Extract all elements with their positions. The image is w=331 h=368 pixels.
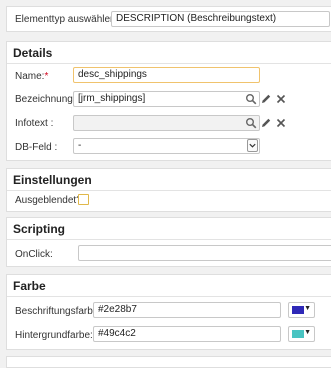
- hidden-label: Ausgeblendet?: [15, 195, 82, 206]
- required-marker: *: [44, 71, 49, 82]
- divider: [7, 239, 331, 240]
- divider: [7, 296, 331, 297]
- divider: [7, 190, 331, 191]
- infotext-label: Infotext :: [15, 118, 54, 129]
- close-icon[interactable]: [275, 117, 287, 129]
- search-icon[interactable]: [245, 117, 257, 129]
- label-color-label: Beschriftungsfarbe:: [15, 306, 102, 317]
- element-type-select[interactable]: DESCRIPTION (Beschreibungstext): [111, 11, 330, 27]
- label-color-swatch: [292, 306, 304, 314]
- label-color-picker[interactable]: ▼: [288, 302, 315, 318]
- bg-color-swatch: [292, 330, 304, 338]
- pencil-icon[interactable]: [260, 117, 272, 129]
- divider: [7, 63, 331, 64]
- scripting-title: Scripting: [13, 222, 66, 236]
- settings-title: Einstellungen: [13, 173, 92, 187]
- name-input[interactable]: desc_shippings: [73, 67, 260, 83]
- dbfield-select[interactable]: -: [73, 138, 260, 154]
- color-panel: Farbe Beschriftungsfarbe: #2e28b7 ▼ Hint…: [6, 274, 331, 350]
- settings-panel: Einstellungen Ausgeblendet?: [6, 168, 331, 212]
- designation-input[interactable]: [jrm_shippings]: [73, 91, 260, 107]
- chevron-down-icon: [249, 143, 256, 148]
- next-panel: [6, 356, 331, 368]
- dbfield-label: DB-Feld :: [15, 142, 58, 153]
- scripting-panel: Scripting OnClick:: [6, 217, 331, 267]
- details-title: Details: [13, 46, 53, 60]
- caret-down-icon: ▼: [304, 305, 311, 312]
- close-icon[interactable]: [275, 93, 287, 105]
- dbfield-dropdown-button[interactable]: [247, 139, 258, 152]
- onclick-input[interactable]: [78, 245, 331, 261]
- infotext-input[interactable]: [73, 115, 260, 131]
- dbfield-value: -: [78, 140, 82, 151]
- bg-color-picker[interactable]: ▼: [288, 326, 315, 342]
- onclick-label: OnClick:: [15, 249, 53, 260]
- bg-color-input[interactable]: #49c4c2: [93, 326, 281, 342]
- color-title: Farbe: [13, 279, 46, 293]
- details-panel: Details Name:* desc_shippings Bezeichnun…: [6, 41, 331, 161]
- label-color-input[interactable]: #2e28b7: [93, 302, 281, 318]
- element-type-panel: Elementtyp auswählen: DESCRIPTION (Besch…: [6, 6, 331, 32]
- bg-color-label: Hintergrundfarbe:: [15, 330, 93, 341]
- element-type-label: Elementtyp auswählen:: [15, 14, 119, 25]
- name-label: Name:*: [15, 71, 49, 82]
- caret-down-icon: ▼: [304, 329, 311, 336]
- pencil-icon[interactable]: [260, 93, 272, 105]
- search-icon[interactable]: [245, 93, 257, 105]
- designation-label: Bezeichnung:: [15, 94, 76, 105]
- hidden-checkbox[interactable]: [78, 194, 89, 205]
